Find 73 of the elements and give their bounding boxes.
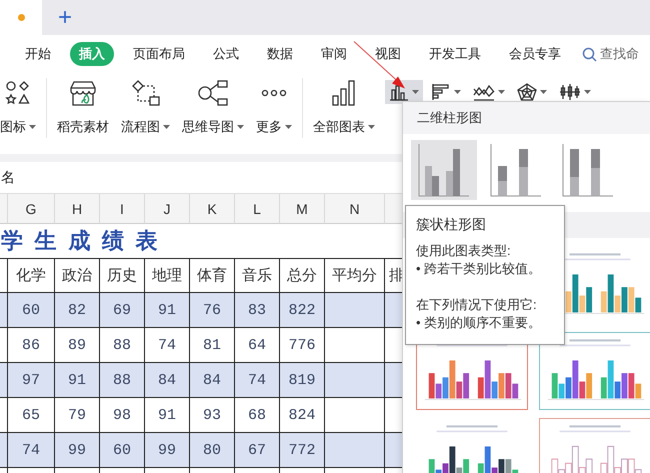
table-cell: 69 bbox=[100, 293, 145, 328]
tooltip-text: 使用此图表类型: bbox=[416, 242, 512, 260]
menu-tab[interactable]: 开始 bbox=[16, 42, 60, 66]
caret-icon bbox=[540, 90, 547, 94]
radar-chart-icon bbox=[517, 83, 537, 101]
toolbar-button[interactable]: 全部图表 bbox=[307, 78, 381, 136]
column-header[interactable]: M bbox=[280, 194, 325, 224]
menu-tab[interactable]: 会员专享 bbox=[500, 42, 570, 66]
table-cell: 84 bbox=[190, 363, 235, 398]
toolbar-button[interactable]: 流程图 bbox=[115, 78, 176, 136]
tooltip-text: 在下列情况下使用它: bbox=[416, 296, 538, 314]
menu-tab[interactable]: 页面布局 bbox=[124, 42, 194, 66]
stock-chart-icon bbox=[559, 83, 581, 101]
table-cell: 99 bbox=[145, 433, 190, 468]
table-cell: 82 bbox=[55, 293, 100, 328]
table-cell: 74 bbox=[235, 363, 280, 398]
flowchart-icon bbox=[130, 79, 160, 107]
table-cell: 60 bbox=[100, 433, 145, 468]
menu-tab[interactable]: 数据 bbox=[258, 42, 302, 66]
bar-chart-icon bbox=[331, 79, 357, 107]
column-header[interactable]: G bbox=[8, 194, 55, 224]
table-cell: 97 bbox=[8, 363, 55, 398]
toolbar-button[interactable]: 更多 bbox=[250, 78, 298, 136]
menu-tab[interactable]: 公式 bbox=[204, 42, 248, 66]
caret-icon bbox=[498, 90, 505, 94]
caret-icon bbox=[454, 90, 461, 94]
table-cell: 80 bbox=[190, 433, 235, 468]
menu-tab[interactable]: 视图 bbox=[366, 42, 410, 66]
column-header[interactable]: I bbox=[100, 194, 145, 224]
line-chart-icon bbox=[473, 83, 495, 101]
table-cell: 91 bbox=[55, 363, 100, 398]
mindmap-icon bbox=[197, 79, 229, 107]
caret-icon bbox=[584, 90, 591, 94]
search-icon bbox=[582, 46, 597, 62]
search-button[interactable]: 查找命 bbox=[582, 45, 639, 63]
column-header[interactable]: J bbox=[145, 194, 190, 224]
table-cell: 76 bbox=[190, 293, 235, 328]
table-cell: 772 bbox=[280, 433, 325, 468]
table-cell: 60 bbox=[8, 293, 55, 328]
panel-title: 二维柱形图 bbox=[403, 102, 650, 134]
chart-subtype-button[interactable] bbox=[411, 140, 477, 200]
table-cell bbox=[325, 293, 385, 328]
dot-icon bbox=[18, 14, 24, 21]
toolbar-button[interactable]: 稻壳素材 bbox=[51, 78, 115, 136]
table-cell: 74 bbox=[8, 433, 55, 468]
shapes-icon bbox=[5, 80, 31, 106]
more-icon bbox=[261, 89, 287, 97]
sheet-title: 学 生 成 绩 表 bbox=[1, 227, 160, 256]
table-cell bbox=[325, 363, 385, 398]
table-cell: 91 bbox=[145, 293, 190, 328]
new-tab-button[interactable]: + bbox=[54, 6, 76, 30]
name-box-text: 名 bbox=[1, 168, 15, 186]
column-header[interactable]: H bbox=[55, 194, 100, 224]
column-chart-icon bbox=[389, 83, 409, 101]
toolbar-button[interactable]: 图标 bbox=[0, 78, 42, 136]
bar-chart-icon bbox=[431, 83, 451, 101]
table-cell: 99 bbox=[55, 433, 100, 468]
tooltip-title: 簇状柱形图 bbox=[416, 216, 487, 234]
table-cell: 822 bbox=[280, 293, 325, 328]
table-cell: 819 bbox=[280, 363, 325, 398]
table-cell: 67 bbox=[235, 433, 280, 468]
shop-icon bbox=[68, 79, 98, 107]
table-cell: 83 bbox=[235, 293, 280, 328]
column-header[interactable]: N bbox=[325, 194, 385, 224]
table-cell: 88 bbox=[100, 363, 145, 398]
toolbar-button[interactable]: 思维导图 bbox=[176, 78, 250, 136]
caret-icon bbox=[412, 90, 419, 94]
menu-tab[interactable]: 开发工具 bbox=[420, 42, 490, 66]
tooltip-text: • 类别的顺序不重要。 bbox=[416, 314, 542, 332]
column-header[interactable]: K bbox=[190, 194, 235, 224]
table-cell: 84 bbox=[145, 363, 190, 398]
menu-tab[interactable]: 审阅 bbox=[312, 42, 356, 66]
column-header[interactable]: L bbox=[235, 194, 280, 224]
